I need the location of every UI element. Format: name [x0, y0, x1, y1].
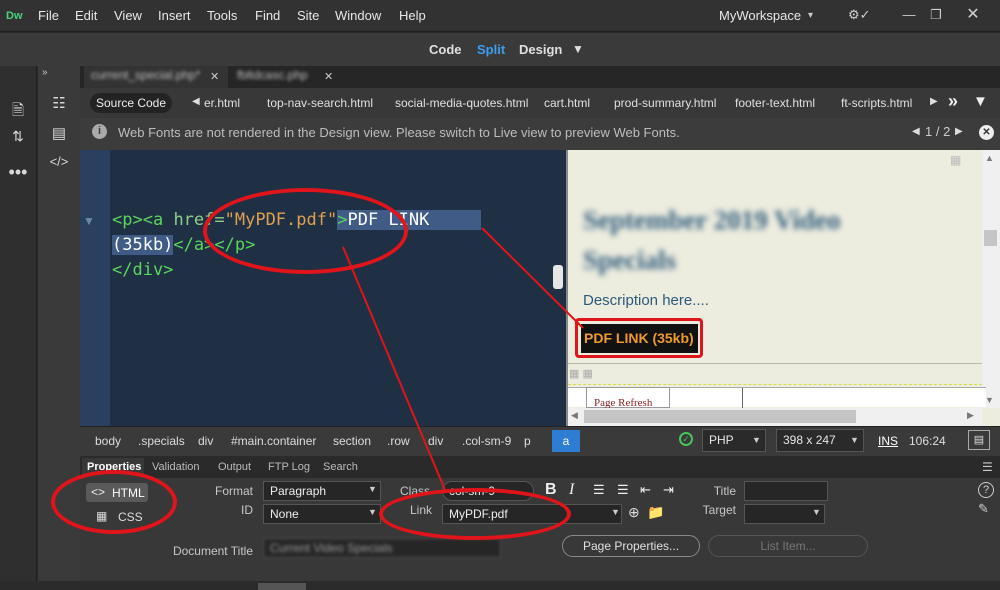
annotation-line-code-to-link — [342, 246, 446, 491]
annotation-line-code-to-design — [481, 227, 584, 329]
annotation-lines — [342, 227, 584, 491]
